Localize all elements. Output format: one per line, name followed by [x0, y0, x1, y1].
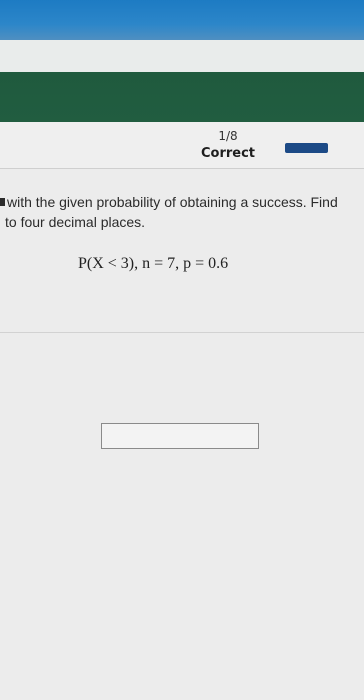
- browser-top-strip: [0, 0, 364, 40]
- question-line-1: with the given probability of obtaining …: [0, 192, 364, 212]
- section-divider: [0, 332, 364, 333]
- progress-bar: [285, 143, 328, 153]
- question-progress: 1/8 Correct: [196, 128, 260, 162]
- probability-formula: P(X < 3), n = 7, p = 0.6: [78, 255, 229, 272]
- cropped-text-fragment: [0, 198, 5, 206]
- question-line-1-text: with the given probability of obtaining …: [7, 194, 338, 210]
- answer-input[interactable]: [101, 423, 259, 449]
- top-band: [0, 40, 364, 72]
- question-text: with the given probability of obtaining …: [0, 192, 364, 232]
- answer-status: Correct: [200, 146, 256, 161]
- question-count: 1/8: [218, 129, 238, 143]
- header-bar: [0, 72, 364, 122]
- question-line-2: to four decimal places.: [5, 214, 146, 230]
